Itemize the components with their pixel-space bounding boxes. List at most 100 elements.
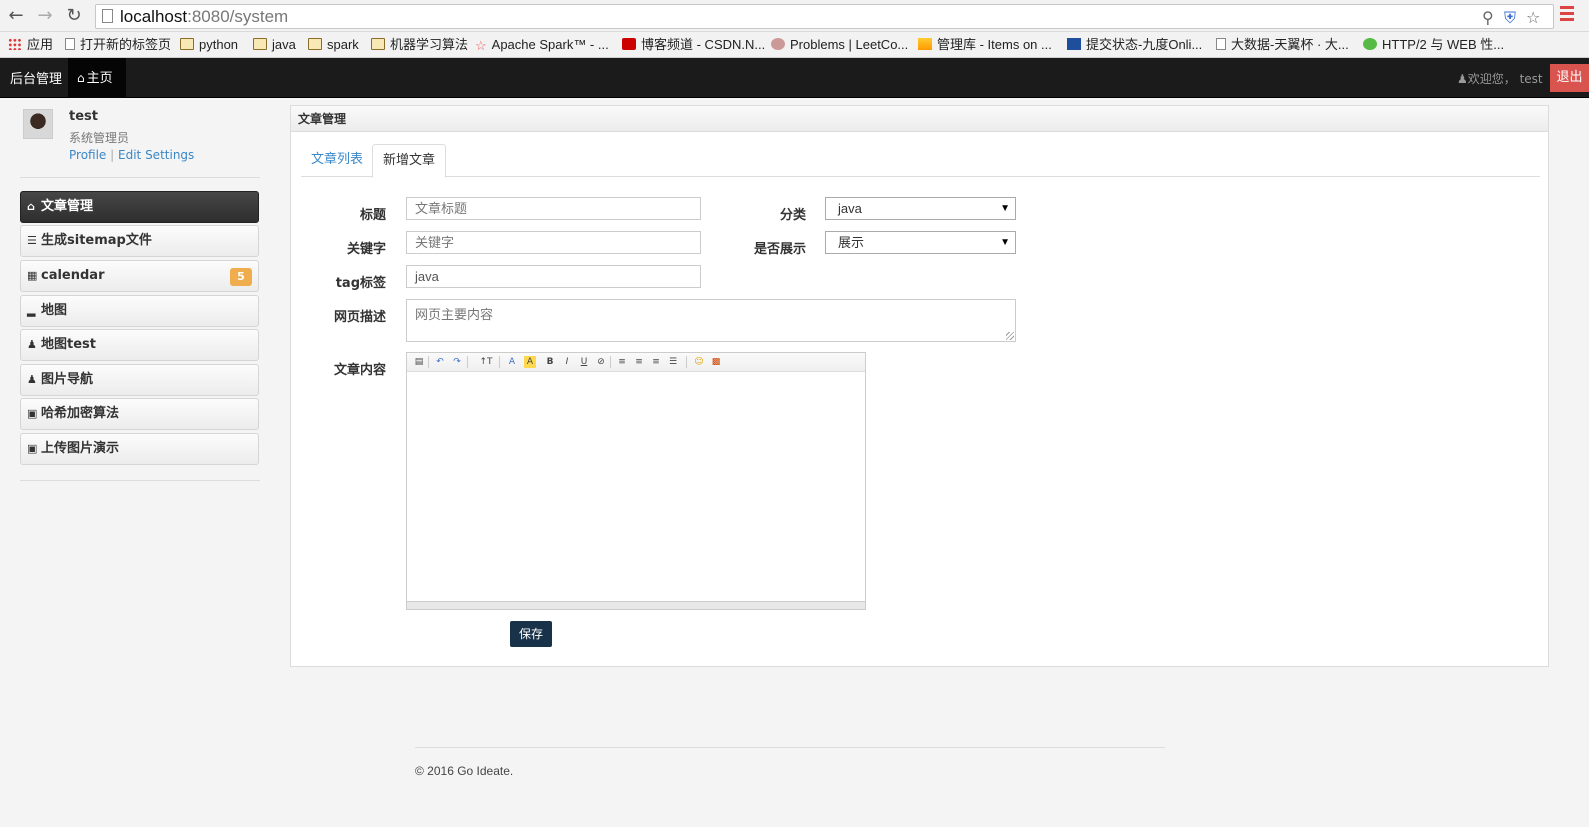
tag-input[interactable]: java	[406, 265, 701, 288]
bookmarks-bar: 应用 打开新的标签页 python java spark 机器学习算法 ☆ Apa…	[0, 32, 1589, 58]
toolbar-separator	[428, 356, 429, 368]
resize-grip-icon[interactable]	[1006, 332, 1014, 340]
avatar	[23, 109, 53, 139]
align-left-icon[interactable]: ≡	[617, 356, 627, 368]
zoom-icon[interactable]: ⚲	[1482, 8, 1494, 27]
editor-statusbar	[407, 601, 865, 609]
back-arrow-icon[interactable]: ←	[6, 6, 26, 26]
list-icon[interactable]: ☰	[668, 356, 678, 368]
align-right-icon[interactable]: ≡	[651, 356, 661, 368]
keywords-input[interactable]: 关键字	[406, 231, 701, 254]
tab-article-list[interactable]: 文章列表	[301, 144, 373, 177]
toolbar-separator	[686, 356, 687, 368]
toolbar-separator	[467, 356, 468, 368]
sidebar-item-hash[interactable]: ▣ 哈希加密算法	[20, 398, 259, 430]
bookmark-leetcode[interactable]: Problems | LeetCo...	[771, 36, 908, 54]
sidebar-item-article-management[interactable]: ⌂ 文章管理	[20, 191, 259, 223]
description-textarea[interactable]: 网页主要内容	[406, 299, 1016, 342]
title-input[interactable]: 文章标题	[406, 197, 701, 220]
shield-extension-icon[interactable]: ⛨	[1504, 8, 1516, 28]
folder-icon	[308, 38, 322, 50]
tag-label: tag标签	[335, 276, 386, 291]
bookmark-apps[interactable]: 应用	[8, 36, 53, 54]
italic-icon[interactable]: I	[562, 356, 572, 368]
bookmark-bigdata[interactable]: 大数据-天翼杯 · 大...	[1216, 36, 1349, 54]
font-color-icon[interactable]: A	[506, 356, 518, 368]
grid-icon: ▦	[27, 269, 38, 282]
sidebar-item-calendar[interactable]: ▦ calendar 5	[20, 260, 259, 292]
tab-new-article[interactable]: 新增文章	[372, 144, 447, 178]
sidebar-item-upload-demo[interactable]: ▣ 上传图片演示	[20, 433, 259, 465]
flag-icon	[918, 38, 932, 50]
list-icon: ☰	[27, 234, 37, 247]
user-links: Profile | Edit Settings	[69, 148, 194, 162]
bookmark-spark[interactable]: spark	[308, 36, 359, 54]
undo-icon[interactable]: ↶	[435, 356, 445, 368]
save-button[interactable]: 保存	[510, 621, 552, 647]
forward-arrow-icon[interactable]: →	[35, 6, 55, 26]
calendar-count-badge: 5	[230, 268, 252, 286]
show-label: 是否展示	[753, 242, 806, 257]
jiudu-icon	[1067, 38, 1081, 50]
welcome-text: ♟欢迎您， test	[1457, 72, 1543, 86]
logout-button[interactable]: 退出	[1550, 64, 1589, 92]
clear-format-icon[interactable]: ⊘	[596, 356, 606, 368]
highlight-color-icon[interactable]: A	[524, 356, 536, 368]
chevron-down-icon: ▼	[1000, 237, 1010, 248]
user-icon: ♟	[1457, 72, 1468, 86]
bookmark-csdn[interactable]: 博客频道 - CSDN.N...	[622, 36, 765, 54]
app-navbar: 后台管理 ⌂ 主页 ♟欢迎您， test 退出	[0, 58, 1589, 98]
browser-menu-icon[interactable]	[1560, 6, 1574, 22]
editor-content-area[interactable]	[407, 373, 865, 601]
divider	[20, 480, 260, 481]
edit-settings-link[interactable]: Edit Settings	[118, 148, 194, 162]
panel-title: 文章管理	[291, 106, 1548, 132]
bookmark-jiudu[interactable]: 提交状态-九度Onli...	[1067, 36, 1202, 54]
bookmark-items[interactable]: 管理库 - Items on ...	[918, 36, 1052, 54]
profile-link[interactable]: Profile	[69, 148, 106, 162]
source-icon[interactable]: ▤	[414, 356, 424, 368]
sidebar-item-map-test[interactable]: ♟ 地图test	[20, 329, 259, 361]
category-select[interactable]: java ▼	[825, 197, 1016, 220]
redo-icon[interactable]: ↷	[452, 356, 462, 368]
home-icon: ⌂	[27, 200, 35, 213]
lock-icon: ▣	[27, 407, 38, 420]
show-select[interactable]: 展示 ▼	[825, 231, 1016, 254]
csdn-icon	[622, 38, 636, 50]
address-bar[interactable]: localhost:8080/system ⚲ ⛨ ☆	[95, 4, 1554, 29]
article-panel: 文章管理 文章列表 新增文章 标题 文章标题 关键字 关键字 tag标签 jav…	[290, 105, 1549, 667]
description-label: 网页描述	[333, 310, 386, 325]
browser-toolbar: ← → ↻ localhost:8080/system ⚲ ⛨ ☆	[0, 0, 1589, 32]
image-icon[interactable]: ▩	[711, 356, 721, 368]
folder-icon	[180, 38, 194, 50]
bookmark-python[interactable]: python	[180, 36, 238, 54]
sidebar-item-sitemap[interactable]: ☰ 生成sitemap文件	[20, 225, 259, 257]
align-center-icon[interactable]: ≡	[634, 356, 644, 368]
bookmark-java[interactable]: java	[253, 36, 296, 54]
chevron-down-icon: ▼	[1000, 203, 1010, 214]
brand[interactable]: 后台管理	[10, 68, 62, 87]
reload-icon[interactable]: ↻	[64, 6, 84, 26]
sidebar-item-map[interactable]: ▂ 地图	[20, 295, 259, 327]
nav-home[interactable]: ⌂ 主页	[68, 58, 126, 98]
bookmark-star-icon[interactable]: ☆	[1526, 8, 1540, 27]
bold-icon[interactable]: B	[545, 356, 555, 368]
user-role: 系统管理员	[69, 131, 130, 145]
bookmark-new-tab[interactable]: 打开新的标签页	[65, 36, 171, 54]
title-label: 标题	[359, 208, 386, 223]
sidebar-item-image-nav[interactable]: ♟ 图片导航	[20, 364, 259, 396]
bookmark-ml[interactable]: 机器学习算法	[371, 36, 468, 54]
folder-icon	[371, 38, 385, 50]
user-name: test	[69, 109, 98, 124]
folder-icon	[253, 38, 267, 50]
font-size-icon[interactable]: ↑T	[478, 356, 494, 368]
category-label: 分类	[779, 208, 806, 223]
divider	[20, 177, 260, 178]
emoticon-icon[interactable]: ☺	[694, 356, 704, 368]
underline-icon[interactable]: U	[579, 356, 589, 368]
keywords-label: 关键字	[346, 242, 386, 257]
toolbar-separator	[499, 356, 500, 368]
bookmark-apache-spark[interactable]: ☆ Apache Spark™ - ...	[475, 36, 609, 54]
page-icon	[65, 38, 75, 50]
bookmark-http2[interactable]: HTTP/2 与 WEB 性...	[1363, 36, 1504, 54]
